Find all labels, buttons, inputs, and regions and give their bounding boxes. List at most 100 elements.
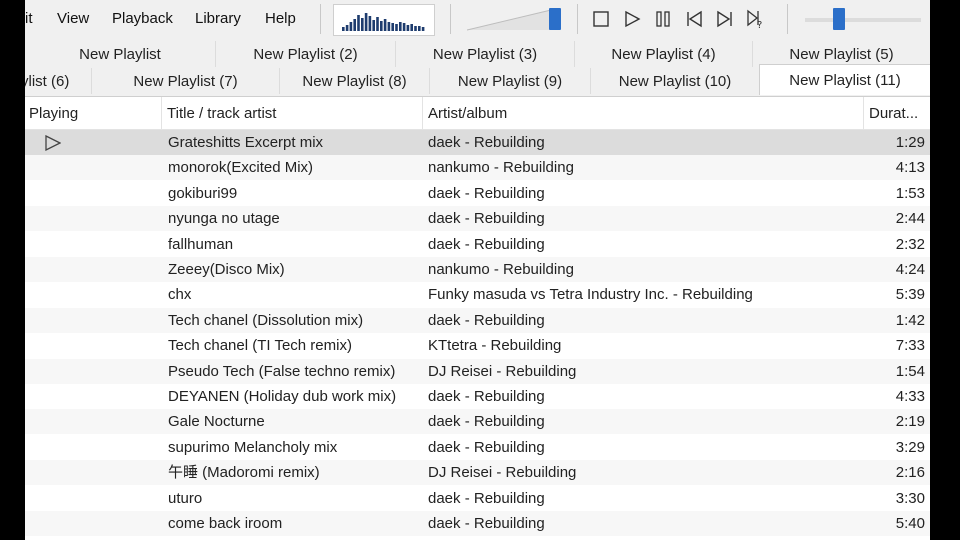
spectrum-bar — [372, 20, 375, 31]
seekbar-thumb[interactable] — [548, 8, 561, 30]
toolbar-separator — [320, 4, 321, 34]
track-row[interactable]: Grateshitts Excerpt mix daek - Rebuilding… — [25, 130, 930, 155]
stop-icon — [593, 11, 609, 27]
spectrum-bar — [342, 27, 345, 31]
track-row[interactable]: 午睡 (Madoromi remix) DJ Reisei - Rebuildin… — [25, 460, 930, 486]
toolbar-separator — [450, 4, 451, 34]
track-row[interactable]: Gale Nocturne daek - Rebuilding 2:19 — [25, 409, 930, 435]
track-duration: 7:33 — [895, 337, 925, 355]
tab-new-playlist[interactable]: New Playlist — [25, 41, 216, 67]
track-row[interactable]: Pseudo Tech (False techno remix) DJ Reise… — [25, 358, 930, 384]
track-artist-album: daek - Rebuilding — [428, 134, 545, 151]
tab-new-playlist-9[interactable]: New Playlist (9) — [430, 68, 591, 94]
menu-edit[interactable]: it — [25, 10, 33, 27]
track-title: come back iroom — [168, 515, 283, 532]
track-row[interactable]: chx Funky masuda vs Tetra Industry Inc. -… — [25, 282, 930, 307]
track-row[interactable]: Tech chanel (TI Tech remix) KTtetra - Reb… — [25, 333, 930, 358]
column-header-artist[interactable]: Artist/album — [424, 97, 864, 129]
track-row[interactable]: come back iroom daek - Rebuilding 5:40 — [25, 511, 930, 536]
menu-view[interactable]: View — [57, 10, 89, 27]
track-row[interactable]: uturo daek - Rebuilding 3:30 — [25, 486, 930, 511]
playing-cell — [25, 257, 162, 282]
tab-label: New Playlist (3) — [432, 45, 538, 63]
playing-cell — [25, 282, 162, 307]
track-artist-album: daek - Rebuilding — [428, 413, 545, 431]
track-title: Grateshitts Excerpt mix — [168, 134, 324, 151]
track-row[interactable]: gokiburi99 daek - Rebuilding 1:53 — [25, 181, 930, 206]
tab-new-playlist-2[interactable]: New Playlist (2) — [216, 41, 396, 67]
track-duration: 2:44 — [895, 210, 925, 228]
tab-new-playlist-6[interactable]: ylist (6) — [25, 68, 92, 94]
track-title: Zeeey(Disco Mix) — [168, 261, 285, 278]
track-duration: 4:33 — [895, 388, 925, 405]
spectrum-bar — [361, 18, 364, 31]
track-title: gokiburi99 — [168, 184, 238, 202]
menu-playback[interactable]: Playback — [112, 10, 173, 27]
track-title: nyunga no utage — [168, 210, 280, 228]
tab-new-playlist-8[interactable]: New Playlist (8) — [280, 68, 430, 94]
tab-new-playlist-4[interactable]: New Playlist (4) — [575, 41, 753, 67]
tab-new-playlist-7[interactable]: New Playlist (7) — [92, 68, 280, 94]
spectrum-bars — [342, 13, 425, 31]
track-row[interactable]: monorok(Excited Mix) nankumo - Rebuilding… — [25, 155, 930, 181]
menu-help[interactable]: Help — [265, 10, 296, 27]
spectrum-bar — [357, 15, 360, 31]
track-duration: 1:54 — [895, 362, 925, 380]
spectrum-bar — [418, 26, 421, 31]
spectrum-bar — [395, 24, 398, 31]
track-row[interactable]: nyunga no utage daek - Rebuilding 2:44 — [25, 206, 930, 232]
stop-button[interactable] — [590, 8, 612, 30]
spectrum-bar — [414, 26, 417, 31]
toolbar: it View Playback Library Help ? — [25, 0, 930, 39]
track-title: 午睡 (Madoromi remix) — [168, 464, 320, 482]
column-header-title[interactable]: Title / track artist — [163, 97, 423, 129]
pause-button[interactable] — [652, 8, 674, 30]
play-button[interactable] — [621, 8, 643, 30]
track-artist-album: daek - Rebuilding — [428, 515, 545, 532]
volume-thumb[interactable] — [833, 8, 846, 30]
spectrum-bar — [387, 22, 391, 31]
track-title: Gale Nocturne — [168, 413, 265, 431]
track-duration: 5:39 — [895, 286, 925, 304]
seekbar[interactable] — [467, 6, 565, 32]
track-title: Tech chanel (Dissolution mix) — [168, 311, 364, 329]
next-icon — [717, 10, 732, 28]
tab-new-playlist-3[interactable]: New Playlist (3) — [396, 41, 575, 67]
track-duration: 5:40 — [895, 515, 925, 532]
column-label: Title / track artist — [167, 104, 277, 122]
random-button[interactable]: ? — [745, 8, 767, 30]
spectrum-bar — [402, 23, 406, 31]
spectrum-bar — [410, 24, 413, 31]
volume-track — [805, 18, 921, 22]
track-artist-album: daek - Rebuilding — [428, 489, 545, 507]
playing-cell — [25, 486, 162, 511]
track-row[interactable]: fallhuman daek - Rebuilding 2:32 — [25, 232, 930, 257]
spectrum-visualizer — [333, 4, 435, 36]
previous-button[interactable] — [683, 8, 705, 30]
playing-cell — [25, 409, 162, 434]
playing-cell — [25, 511, 162, 536]
spectrum-bar — [391, 23, 394, 31]
playing-cell — [25, 308, 162, 333]
track-title: supurimo Melancholy mix — [168, 438, 338, 456]
spectrum-bar — [345, 25, 349, 31]
volume-slider[interactable] — [805, 6, 923, 32]
pause-icon — [656, 11, 670, 27]
track-row[interactable]: Tech chanel (Dissolution mix) daek - Rebu… — [25, 307, 930, 333]
track-row[interactable]: Zeeey(Disco Mix) nankumo - Rebuilding 4:24 — [25, 257, 930, 282]
play-icon — [625, 10, 641, 28]
next-button[interactable] — [714, 8, 736, 30]
tab-new-playlist-10[interactable]: New Playlist (10) — [591, 68, 760, 94]
tab-label: New Playlist (5) — [789, 45, 894, 63]
spectrum-bar — [380, 21, 383, 31]
track-row[interactable]: supurimo Melancholy mix daek - Rebuilding… — [25, 435, 930, 460]
track-duration: 3:30 — [895, 489, 925, 507]
track-duration: 1:53 — [895, 184, 925, 202]
track-row[interactable]: DEYANEN (Holiday dub work mix) daek - Reb… — [25, 384, 930, 409]
menu-library[interactable]: Library — [195, 10, 241, 27]
column-header-duration[interactable]: Durat... — [865, 97, 930, 129]
spectrum-bar — [399, 22, 402, 31]
column-header-playing[interactable]: Playing — [25, 97, 162, 129]
track-artist-album: daek - Rebuilding — [428, 184, 545, 202]
tab-new-playlist-11[interactable]: New Playlist (11) — [759, 64, 930, 95]
